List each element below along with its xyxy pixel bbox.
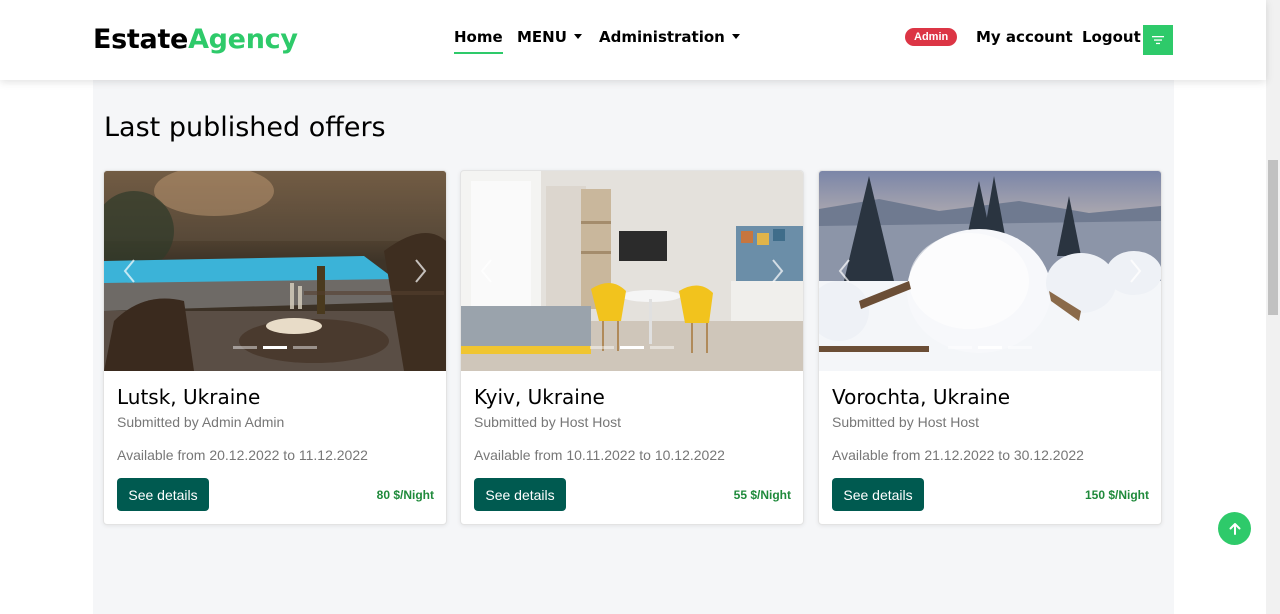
offer-submitted-by: Submitted by Admin Admin xyxy=(117,414,285,430)
offer-image-carousel[interactable] xyxy=(819,171,1161,371)
offer-price: 55 $/Night xyxy=(733,488,791,502)
see-details-button[interactable]: See details xyxy=(117,478,209,511)
nav-menu-dropdown[interactable]: MENU xyxy=(517,28,582,46)
section-title: Last published offers xyxy=(104,112,386,143)
brand-part-2: Agency xyxy=(188,24,298,55)
filter-icon xyxy=(1152,36,1164,45)
caret-down-icon xyxy=(573,34,582,39)
nav-menu-label: MENU xyxy=(517,28,567,46)
offer-availability: Available from 21.12.2022 to 30.12.2022 xyxy=(832,447,1084,463)
carousel-indicator[interactable] xyxy=(263,346,287,349)
brand-logo[interactable]: EstateAgency xyxy=(93,24,298,55)
caret-down-icon xyxy=(731,34,740,39)
page-scrollbar[interactable] xyxy=(1266,0,1280,614)
offer-price: 150 $/Night xyxy=(1084,488,1149,502)
carousel-indicator[interactable] xyxy=(948,346,972,349)
pool-photo xyxy=(104,171,446,371)
brand-part-1: Estate xyxy=(93,24,189,55)
role-badge: Admin xyxy=(905,28,958,46)
chevron-left-icon[interactable] xyxy=(477,257,497,285)
chevron-right-icon[interactable] xyxy=(1125,257,1145,285)
nav-administration-dropdown[interactable]: Administration xyxy=(599,28,740,46)
navbar: EstateAgency Home MENU Administration Ad… xyxy=(0,0,1266,80)
offer-card: Lutsk, Ukraine Submitted by Admin Admin … xyxy=(103,170,447,525)
carousel-indicator[interactable] xyxy=(233,346,257,349)
carousel-indicators xyxy=(461,346,803,349)
carousel-indicators xyxy=(819,346,1161,349)
carousel-indicator[interactable] xyxy=(650,346,674,349)
carousel-indicator[interactable] xyxy=(620,346,644,349)
offer-image-carousel[interactable] xyxy=(461,171,803,371)
offer-city: Kyiv, Ukraine xyxy=(474,385,605,409)
carousel-indicators xyxy=(104,346,446,349)
snow-domes-photo xyxy=(819,171,1161,371)
arrow-up-icon xyxy=(1229,522,1240,535)
carousel-indicator[interactable] xyxy=(978,346,1002,349)
nav-home[interactable]: Home xyxy=(454,28,503,54)
filter-toggle-button[interactable] xyxy=(1143,25,1173,55)
offer-submitted-by: Submitted by Host Host xyxy=(474,414,622,430)
carousel-indicator[interactable] xyxy=(1008,346,1032,349)
offer-price: 80 $/Night xyxy=(376,488,434,502)
nav-administration-label: Administration xyxy=(599,28,725,46)
chevron-right-icon[interactable] xyxy=(767,257,787,285)
apartment-photo xyxy=(461,171,803,371)
offer-city: Lutsk, Ukraine xyxy=(117,385,261,409)
offer-city: Vorochta, Ukraine xyxy=(832,385,1011,409)
nav-logout[interactable]: Logout xyxy=(1082,28,1141,46)
chevron-left-icon[interactable] xyxy=(120,257,140,285)
chevron-right-icon[interactable] xyxy=(410,257,430,285)
offer-card: Vorochta, Ukraine Submitted by Host Host… xyxy=(818,170,1162,525)
nav-my-account[interactable]: My account xyxy=(976,28,1073,46)
carousel-indicator[interactable] xyxy=(293,346,317,349)
offer-availability: Available from 10.11.2022 to 10.12.2022 xyxy=(474,447,725,463)
see-details-button[interactable]: See details xyxy=(832,478,924,511)
offer-image-carousel[interactable] xyxy=(104,171,446,371)
see-details-button[interactable]: See details xyxy=(474,478,566,511)
scrollbar-thumb[interactable] xyxy=(1268,160,1278,315)
offer-card: Kyiv, Ukraine Submitted by Host Host Ava… xyxy=(460,170,804,525)
offer-submitted-by: Submitted by Host Host xyxy=(832,414,980,430)
offer-availability: Available from 20.12.2022 to 11.12.2022 xyxy=(117,447,368,463)
chevron-left-icon[interactable] xyxy=(835,257,855,285)
carousel-indicator[interactable] xyxy=(590,346,614,349)
back-to-top-button[interactable] xyxy=(1218,512,1251,545)
